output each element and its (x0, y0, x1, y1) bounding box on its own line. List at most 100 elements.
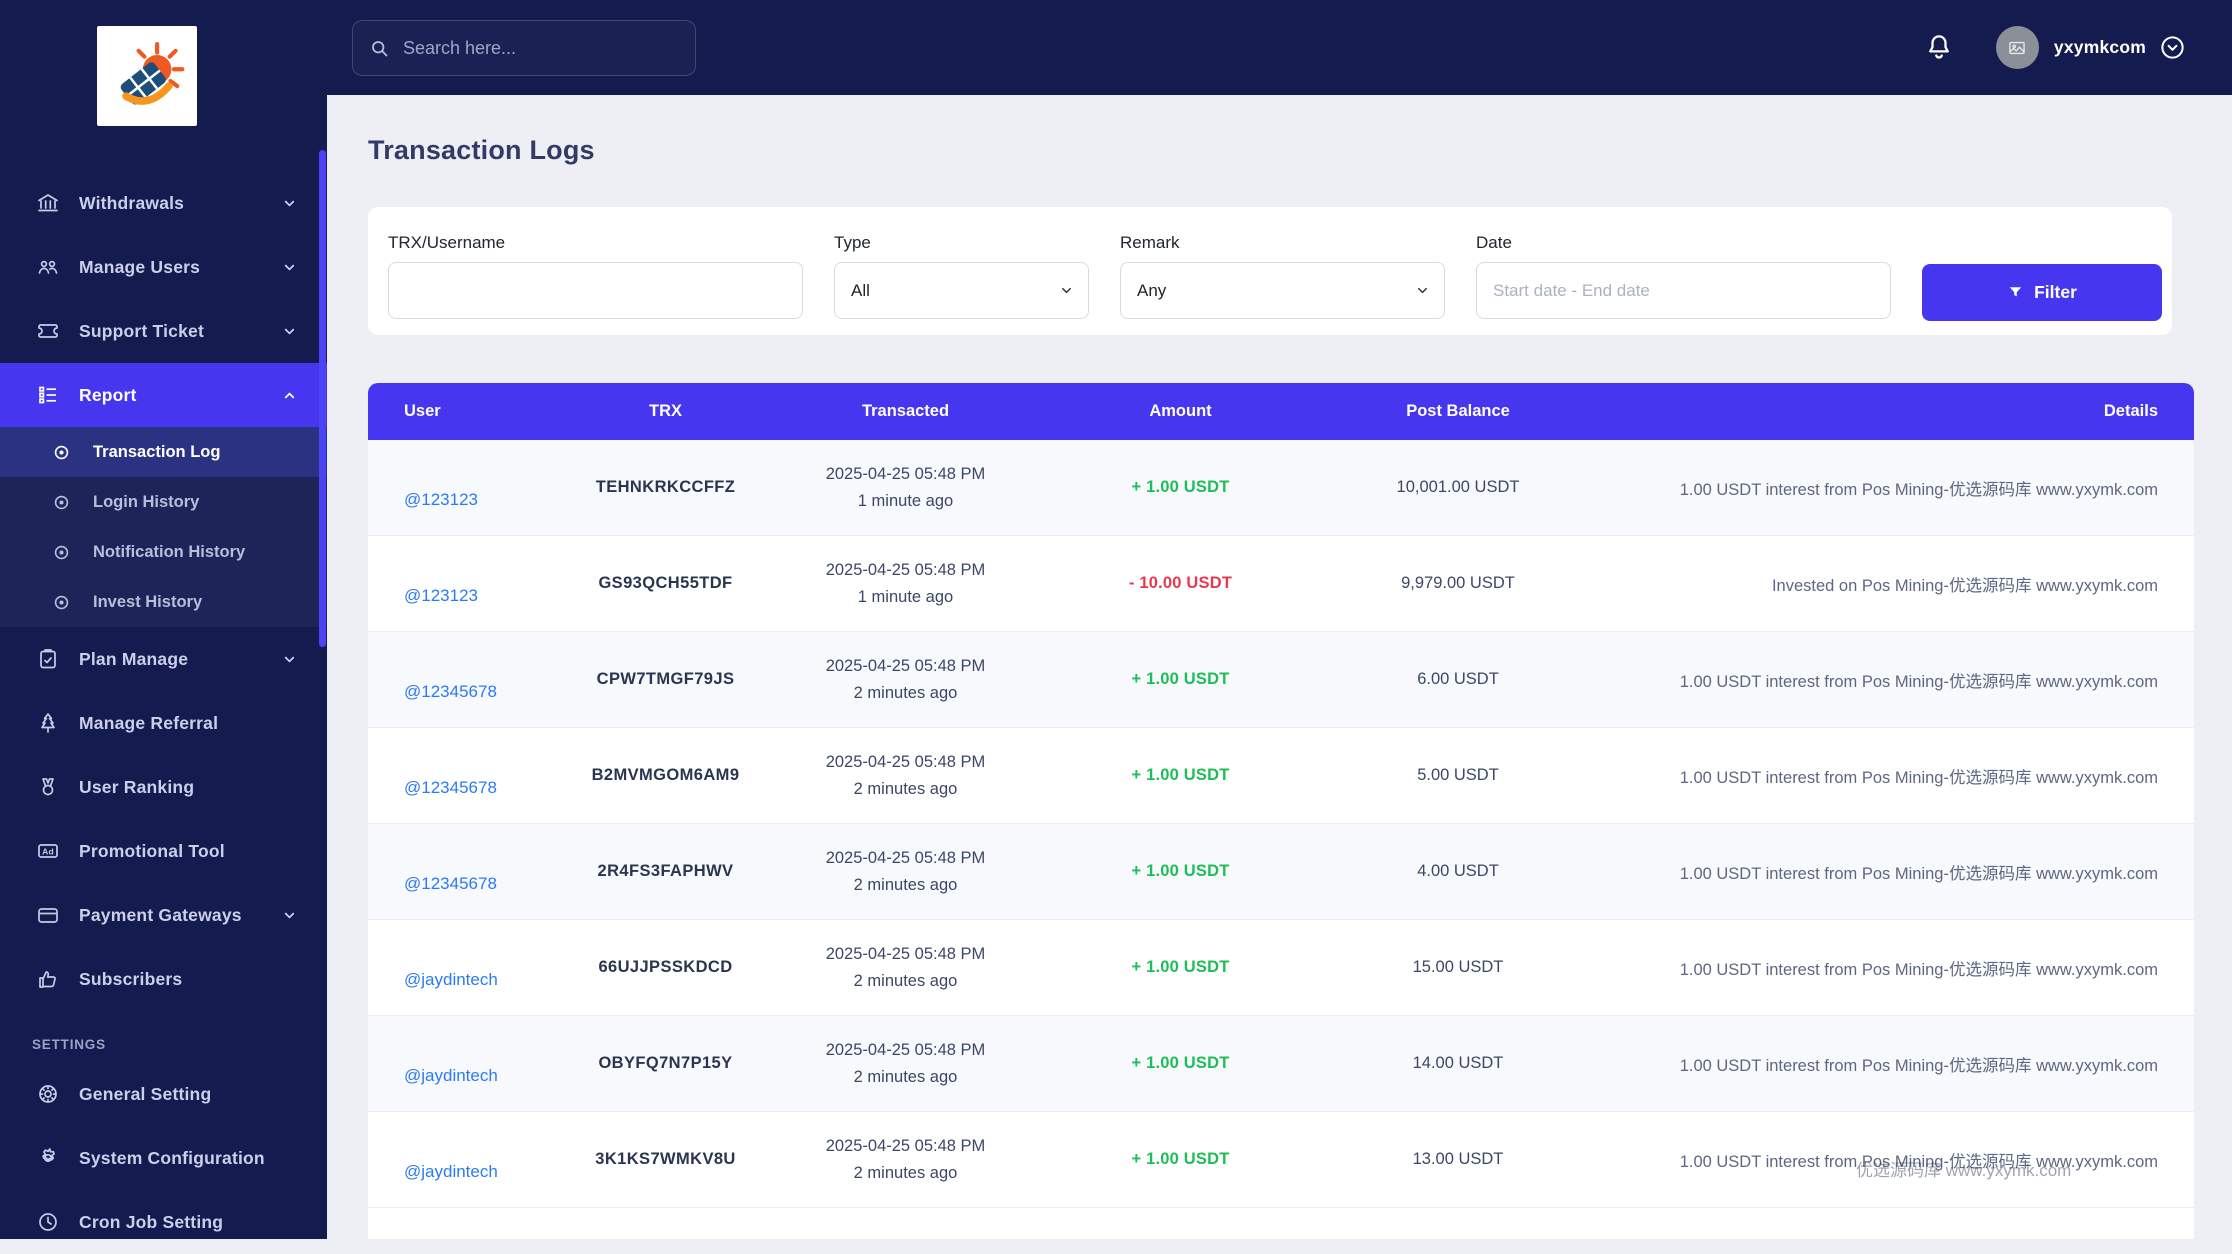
filter-button-wrap: Filter (1922, 233, 2162, 335)
search-input[interactable] (403, 37, 679, 59)
brand-logo[interactable] (97, 26, 197, 126)
sidebar-item-general-setting[interactable]: General Setting (0, 1062, 327, 1126)
transacted-cell: 2025-04-25 05:48 PM 1 minute ago (825, 465, 986, 510)
sidebar-item-user-ranking[interactable]: User Ranking (0, 755, 327, 819)
type-select-value: All (851, 280, 870, 300)
submenu-item-label: Notification History (93, 542, 246, 561)
sidebar-item-promotional-tool[interactable]: Ad Promotional Tool (0, 819, 327, 883)
sidebar-item-report[interactable]: Report (0, 363, 327, 427)
user-cell: @jaydintech (368, 1054, 543, 1085)
sidebar-item-label: Support Ticket (79, 320, 204, 341)
user-avatar[interactable] (1995, 26, 2039, 69)
user-cell: @123123 (368, 574, 543, 605)
remark-field: Remark Any (1120, 233, 1445, 335)
dot-circle-icon (52, 493, 71, 512)
details-cell: 1.00 USDT interest from Pos Mining-优选源码库… (1679, 672, 2158, 691)
sidebar-scrollbar[interactable] (319, 150, 326, 647)
details-cell: 1.00 USDT interest from Pos Mining-优选源码库… (1679, 1152, 2158, 1171)
sidebar-item-system-configuration[interactable]: System Configuration (0, 1126, 327, 1190)
post-balance-cell: 6.00 USDT (1417, 670, 1499, 688)
details-cell: 1.00 USDT interest from Pos Mining-优选源码库… (1679, 864, 2158, 883)
user-menu-chevron-icon[interactable] (2159, 34, 2186, 61)
submenu-item-transaction-log[interactable]: Transaction Log (0, 427, 327, 477)
svg-text:Ad: Ad (42, 846, 54, 856)
sidebar-item-subscribers[interactable]: Subscribers (0, 947, 327, 1011)
date-field: Date (1476, 233, 1891, 335)
user-link[interactable]: @jaydintech (404, 1066, 498, 1086)
table-row: @123123 GS93QCH55TDF 2025-04-25 05:48 PM… (368, 536, 2194, 632)
type-select[interactable]: All (834, 262, 1089, 319)
table-row: @12345678 B2MVMGOM6AM9 2025-04-25 05:48 … (368, 728, 2194, 824)
chevron-down-icon (1415, 283, 1430, 298)
topbar-right: yxymkcom (1924, 26, 2232, 69)
col-header-trx: TRX (649, 402, 682, 420)
trx-username-input[interactable] (388, 262, 803, 319)
user-cell: @jaydintech (368, 1150, 543, 1181)
details-cell: 1.00 USDT interest from Pos Mining-优选源码库… (1679, 480, 2158, 499)
type-field: Type All (834, 233, 1089, 335)
user-link[interactable]: @12345678 (404, 874, 497, 894)
thumbs-up-icon (36, 967, 60, 991)
sidebar-item-label: Report (79, 384, 137, 405)
dot-circle-icon (52, 593, 71, 612)
details-cell: Invested on Pos Mining-优选源码库 www.yxymk.c… (1771, 576, 2158, 595)
filter-card: TRX/Username Type All Remark Any Date Fi… (368, 207, 2172, 335)
transacted-cell: 2025-04-25 05:48 PM 2 minutes ago (825, 1137, 986, 1182)
remark-select-value: Any (1137, 280, 1167, 300)
user-cell: @12345678 (368, 670, 543, 701)
submenu-item-notification-history[interactable]: Notification History (0, 527, 327, 577)
post-balance-cell: 10,001.00 USDT (1396, 478, 1520, 496)
user-link[interactable]: @jaydintech (404, 970, 498, 990)
sidebar-item-manage-users[interactable]: Manage Users (0, 235, 327, 299)
details-cell: 1.00 USDT interest from Pos Mining-优选源码库… (1679, 1056, 2158, 1075)
transactions-table: User TRX Transacted Amount Post Balance … (368, 383, 2194, 1239)
filter-button[interactable]: Filter (1922, 264, 2162, 321)
sidebar-item-label: Cron Job Setting (79, 1211, 224, 1232)
settings-section-header: SETTINGS (32, 1037, 106, 1052)
user-link[interactable]: @123123 (404, 490, 478, 510)
notification-bell-icon[interactable] (1924, 32, 1954, 64)
remark-select[interactable]: Any (1120, 262, 1445, 319)
post-balance-cell: 4.00 USDT (1417, 862, 1499, 880)
sidebar-item-withdrawals[interactable]: Withdrawals (0, 171, 327, 235)
sidebar-nav: Withdrawals Manage Users Support Ticket … (0, 171, 327, 1254)
post-balance-cell: 13.00 USDT (1412, 1150, 1504, 1168)
ad-icon: Ad (36, 839, 60, 863)
amount-cell: + 1.00 USDT (1131, 478, 1230, 496)
chevron-down-icon (1059, 283, 1074, 298)
user-link[interactable]: @12345678 (404, 778, 497, 798)
chevron-down-icon (282, 196, 297, 211)
table-row: @jaydintech 3K1KS7WMKV8U 2025-04-25 05:4… (368, 1112, 2194, 1208)
sidebar-item-payment-gateways[interactable]: Payment Gateways (0, 883, 327, 947)
transacted-cell: 2025-04-25 05:48 PM 2 minutes ago (825, 945, 986, 990)
sidebar: Withdrawals Manage Users Support Ticket … (0, 0, 327, 1239)
sidebar-item-label: User Ranking (79, 776, 195, 797)
sidebar-item-manage-referral[interactable]: Manage Referral (0, 691, 327, 755)
amount-cell: + 1.00 USDT (1131, 670, 1230, 688)
sidebar-item-label: Payment Gateways (79, 904, 242, 925)
user-link[interactable]: @jaydintech (404, 1162, 498, 1182)
search-box[interactable] (352, 20, 696, 76)
transacted-cell: 2025-04-25 05:48 PM 2 minutes ago (825, 657, 986, 702)
main-content: Transaction Logs TRX/Username Type All R… (327, 95, 2232, 1239)
user-link[interactable]: @123123 (404, 586, 478, 606)
sidebar-item-label: Withdrawals (79, 192, 185, 213)
ticket-icon (36, 319, 60, 343)
user-link[interactable]: @12345678 (404, 682, 497, 702)
type-label: Type (834, 233, 871, 252)
report-list-icon (36, 383, 60, 407)
submenu-item-login-history[interactable]: Login History (0, 477, 327, 527)
gear-icon (36, 1146, 60, 1170)
username-label: yxymkcom (2053, 37, 2146, 57)
date-range-input[interactable] (1476, 262, 1891, 319)
sidebar-item-cron-job-setting[interactable]: Cron Job Setting (0, 1190, 327, 1254)
amount-cell: + 1.00 USDT (1131, 1150, 1230, 1168)
sidebar-item-label: Manage Users (79, 256, 201, 277)
sidebar-item-plan-manage[interactable]: Plan Manage (0, 627, 327, 691)
sidebar-item-support-ticket[interactable]: Support Ticket (0, 299, 327, 363)
submenu-item-invest-history[interactable]: Invest History (0, 577, 327, 627)
trx-cell: OBYFQ7N7P15Y (598, 1054, 733, 1072)
submenu-item-label: Login History (93, 492, 200, 511)
amount-cell: + 1.00 USDT (1131, 766, 1230, 784)
trx-cell: CPW7TMGF79JS (596, 670, 735, 688)
